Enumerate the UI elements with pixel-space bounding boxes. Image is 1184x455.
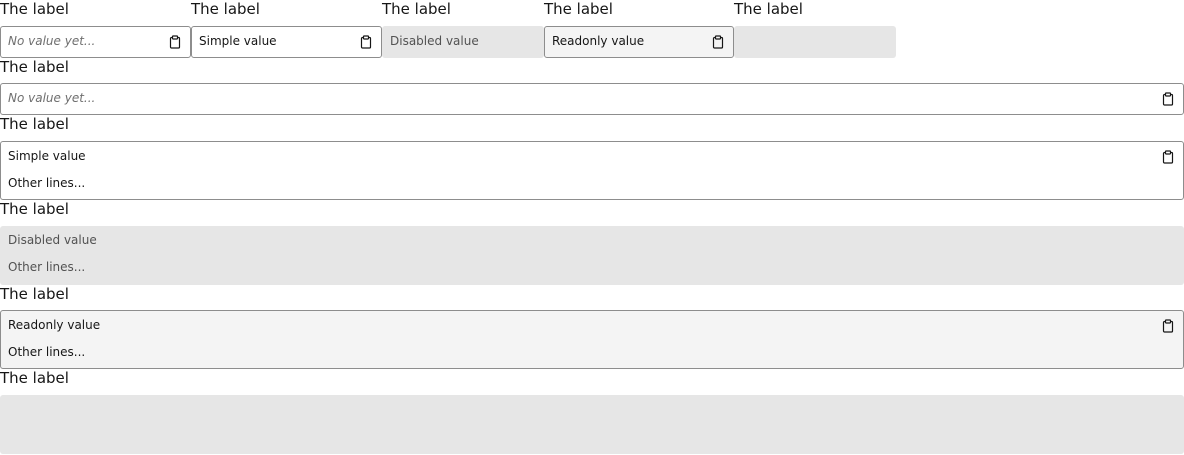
multi-empty-label: The label — [0, 369, 69, 387]
multi-empty-textarea — [0, 395, 1184, 454]
clipboard-icon[interactable] — [1161, 150, 1175, 164]
multi-disabled-line-2: Other lines... — [8, 260, 86, 274]
field-2-value: Simple value — [199, 34, 277, 48]
field-2-label: The label — [191, 0, 260, 18]
multi-disabled-textarea: Disabled value Other lines... — [0, 226, 1184, 285]
field-3-input: Disabled value — [382, 26, 544, 58]
clipboard-icon[interactable] — [711, 35, 725, 49]
clipboard-icon[interactable] — [1161, 92, 1175, 106]
multi-readonly-textarea[interactable]: Readonly value Other lines... — [0, 310, 1184, 369]
multi-disabled-line-1: Disabled value — [8, 233, 97, 247]
field-5-label: The label — [734, 0, 803, 18]
multi-readonly-lines: Readonly value Other lines... — [8, 312, 100, 366]
multi-normal-line-1: Simple value — [8, 149, 86, 163]
multi-readonly-line-1: Readonly value — [8, 318, 101, 332]
multi-disabled-label: The label — [0, 200, 69, 218]
multi-normal-label: The label — [0, 115, 69, 133]
field-4-input[interactable]: Readonly value — [544, 26, 734, 58]
field-1-label: The label — [0, 0, 69, 18]
field-4-label: The label — [544, 0, 613, 18]
multi-readonly-line-2: Other lines... — [8, 345, 86, 359]
wide-field-label: The label — [0, 58, 69, 76]
multi-normal-textarea[interactable]: Simple value Other lines... — [0, 141, 1184, 200]
clipboard-icon[interactable] — [359, 35, 373, 49]
wide-field-placeholder: No value yet... — [8, 91, 96, 105]
field-1-input[interactable]: No value yet... — [0, 26, 191, 58]
clipboard-icon[interactable] — [168, 35, 182, 49]
clipboard-icon[interactable] — [1161, 319, 1175, 333]
field-1-placeholder: No value yet... — [8, 34, 96, 48]
field-3-value: Disabled value — [390, 34, 479, 48]
wide-field-input[interactable]: No value yet... — [0, 83, 1184, 115]
multi-normal-line-2: Other lines... — [8, 176, 86, 190]
multi-disabled-lines: Disabled value Other lines... — [8, 227, 97, 281]
multi-normal-lines: Simple value Other lines... — [8, 143, 86, 197]
field-3-label: The label — [382, 0, 451, 18]
multi-readonly-label: The label — [0, 285, 69, 303]
field-4-value: Readonly value — [552, 34, 645, 48]
field-5-input — [734, 26, 896, 58]
field-2-input[interactable]: Simple value — [191, 26, 382, 58]
